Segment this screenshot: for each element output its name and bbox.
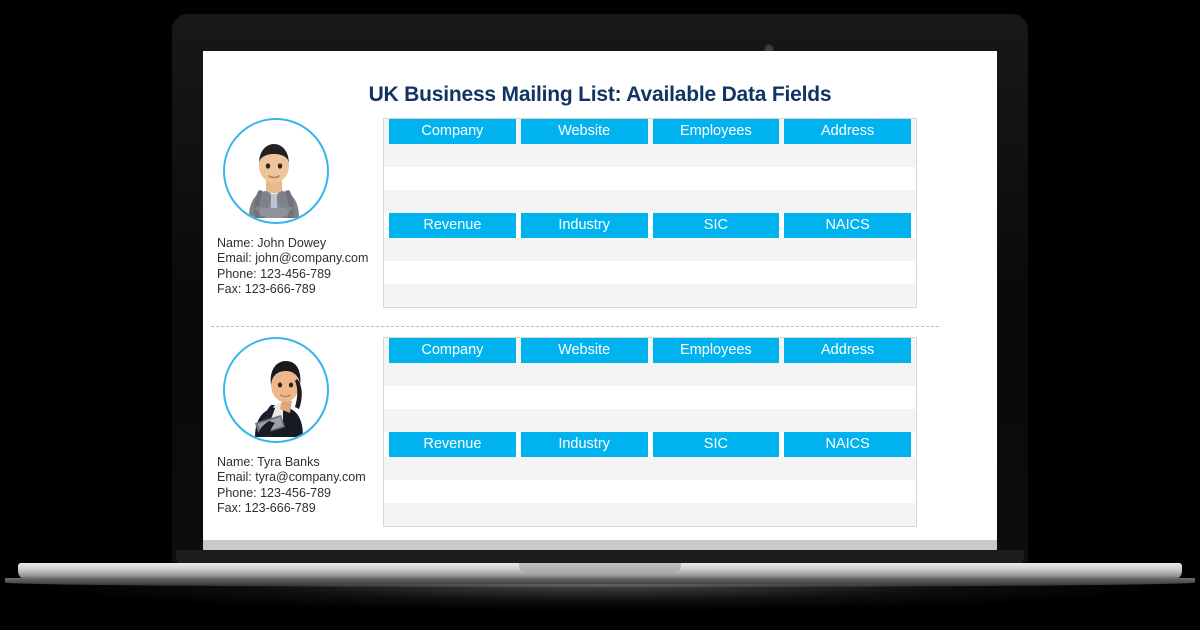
laptop-screen: UK Business Mailing List: Available Data… [203, 51, 997, 540]
female-businesswoman-avatar-icon [223, 337, 329, 443]
contact-name: Name: Tyra Banks [217, 455, 320, 469]
laptop-base-notch [519, 563, 681, 573]
empty-row [384, 480, 916, 503]
contact-email: Email: tyra@company.com [217, 470, 366, 485]
field-chip-address[interactable]: Address [784, 338, 911, 363]
empty-row [384, 190, 916, 213]
empty-row [384, 261, 916, 284]
empty-row [384, 363, 916, 386]
contact-card: Name: John Dowey Email: john@company.com… [217, 118, 382, 298]
field-chip-website[interactable]: Website [520, 338, 648, 363]
empty-row [384, 409, 916, 432]
field-chip-employees[interactable]: Employees [652, 338, 780, 363]
empty-row [384, 457, 916, 480]
field-chip-industry[interactable]: Industry [520, 213, 648, 238]
field-chip-company[interactable]: Company [389, 119, 516, 144]
empty-row [384, 284, 916, 307]
data-fields-panel: Company Website Employees Address Revenu… [383, 337, 917, 527]
field-chip-row: Company Website Employees Address [384, 119, 916, 144]
page-title: UK Business Mailing List: Available Data… [368, 83, 832, 106]
contact-fax: Fax: 123-666-789 [217, 501, 316, 516]
contact-fax: Fax: 123-666-789 [217, 282, 316, 297]
contact-details: Name: Tyra Banks Email: tyra@company.com… [217, 455, 382, 517]
empty-row [384, 238, 916, 261]
contact-phone: Phone: 123-456-789 [217, 266, 331, 281]
contact-email: Email: john@company.com [217, 251, 369, 266]
field-chip-naics[interactable]: NAICS [784, 213, 911, 238]
field-chip-industry[interactable]: Industry [520, 432, 648, 457]
data-fields-panel: Company Website Employees Address Revenu… [383, 118, 917, 308]
field-chip-row: Company Website Employees Address [384, 338, 916, 363]
contact-phone: Phone: 123-456-789 [217, 485, 331, 500]
contact-name: Name: John Dowey [217, 236, 327, 250]
laptop-shadow [60, 584, 1140, 610]
male-businessman-avatar-icon [223, 118, 329, 224]
field-chip-employees[interactable]: Employees [652, 119, 780, 144]
field-chip-revenue[interactable]: Revenue [389, 213, 516, 238]
empty-row [384, 503, 916, 526]
empty-row [384, 386, 916, 409]
field-chip-row: Revenue Industry SIC NAICS [384, 432, 916, 457]
laptop-lid-bottom [176, 550, 1024, 564]
section-divider [211, 326, 939, 327]
contact-card: Name: Tyra Banks Email: tyra@company.com… [217, 337, 382, 517]
field-chip-revenue[interactable]: Revenue [389, 432, 516, 457]
field-chip-row: Revenue Industry SIC NAICS [384, 213, 916, 238]
screen-bottom-bar [203, 540, 997, 550]
field-chip-sic[interactable]: SIC [652, 432, 780, 457]
field-chip-company[interactable]: Company [389, 338, 516, 363]
empty-row [384, 167, 916, 190]
field-chip-website[interactable]: Website [520, 119, 648, 144]
empty-row [384, 144, 916, 167]
field-chip-address[interactable]: Address [784, 119, 911, 144]
field-chip-sic[interactable]: SIC [652, 213, 780, 238]
contact-details: Name: John Dowey Email: john@company.com… [217, 236, 382, 298]
field-chip-naics[interactable]: NAICS [784, 432, 911, 457]
